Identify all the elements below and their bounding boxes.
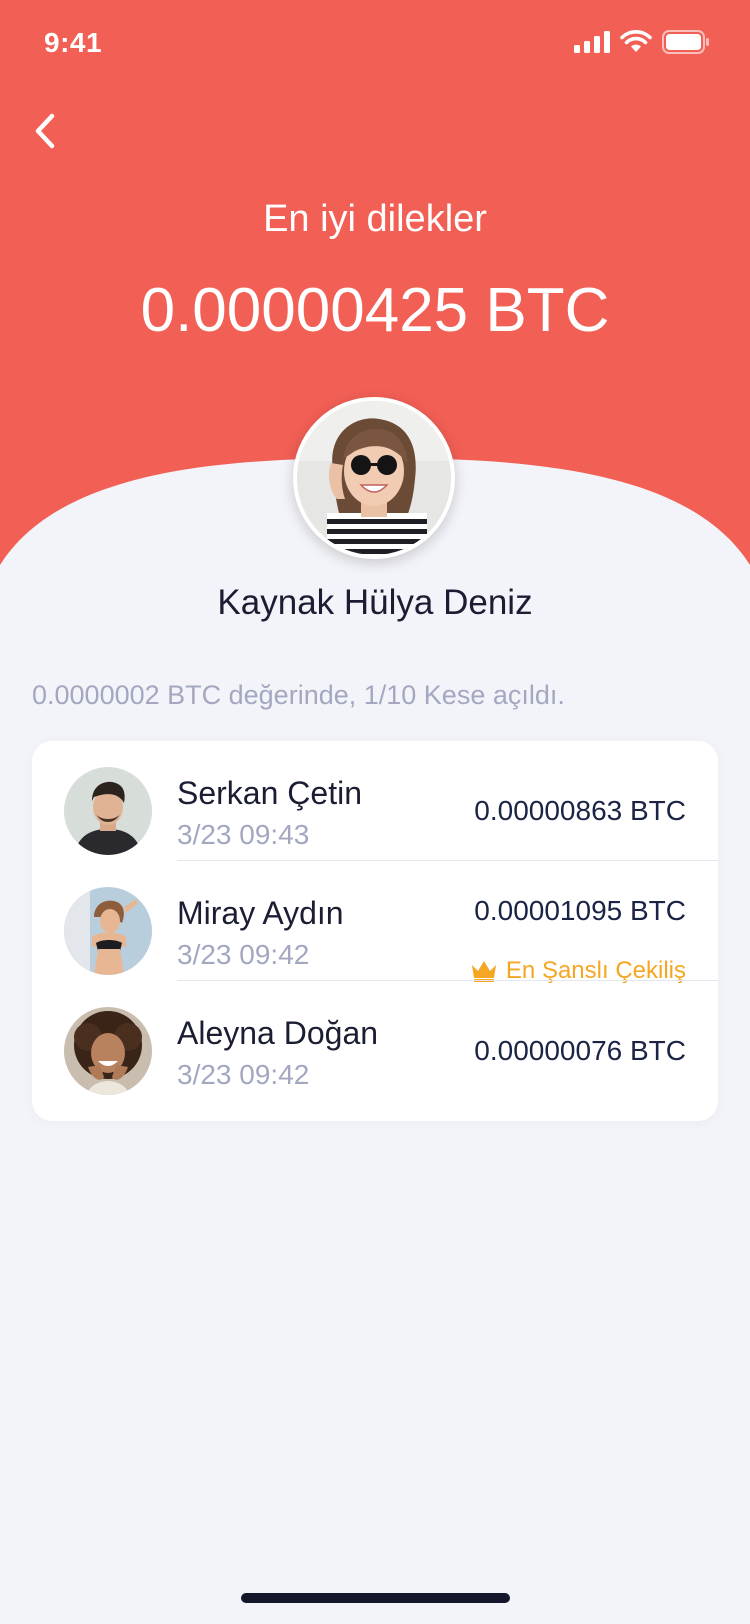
- recipient-time: 3/23 09:43: [177, 819, 310, 850]
- recipient-name: Aleyna Doğan: [177, 1015, 379, 1051]
- battery-icon: [662, 30, 710, 59]
- avatar: [64, 1007, 152, 1095]
- sender-avatar: [293, 397, 455, 559]
- status-bar-time: 9:41: [44, 27, 103, 58]
- recipient-name: Miray Aydın: [177, 895, 344, 931]
- wifi-icon: [620, 30, 652, 59]
- home-indicator: [241, 1593, 510, 1603]
- recipient-name: Serkan Çetin: [177, 775, 362, 811]
- recipients-list: Serkan Çetin 3/23 09:43 0.00000863 BTC M…: [32, 741, 718, 1121]
- sender-name: Kaynak Hülya Deniz: [217, 583, 533, 622]
- status-bar-icons: [574, 30, 710, 59]
- red-packet-detail-screen: 9:41 En iyi dilekler 0.00000425 BTC Kayn…: [0, 0, 750, 1624]
- greeting-title: En iyi dilekler: [263, 198, 487, 240]
- recipient-time: 3/23 09:42: [177, 1059, 310, 1090]
- opened-summary: 0.0000002 BTC değerinde, 1/10 Kese açıld…: [32, 680, 565, 710]
- avatar: [64, 887, 152, 975]
- chevron-left-icon: [35, 113, 55, 149]
- cellular-signal-icon: [574, 31, 610, 58]
- total-amount: 0.00000425 BTC: [140, 276, 610, 345]
- avatar: [64, 767, 152, 855]
- recipient-time: 3/23 09:42: [177, 939, 310, 970]
- recipient-amount: 0.00000076 BTC: [474, 1035, 686, 1066]
- recipient-amount: 0.00001095 BTC: [474, 895, 686, 926]
- recipient-amount: 0.00000863 BTC: [474, 795, 686, 826]
- list-item[interactable]: Aleyna Doğan 3/23 09:42 0.00000076 BTC: [32, 981, 718, 1101]
- list-item[interactable]: Serkan Çetin 3/23 09:43 0.00000863 BTC: [32, 741, 718, 861]
- back-button[interactable]: [30, 108, 66, 154]
- list-item[interactable]: Miray Aydın 3/23 09:42 0.00001095 BTC En…: [32, 861, 718, 984]
